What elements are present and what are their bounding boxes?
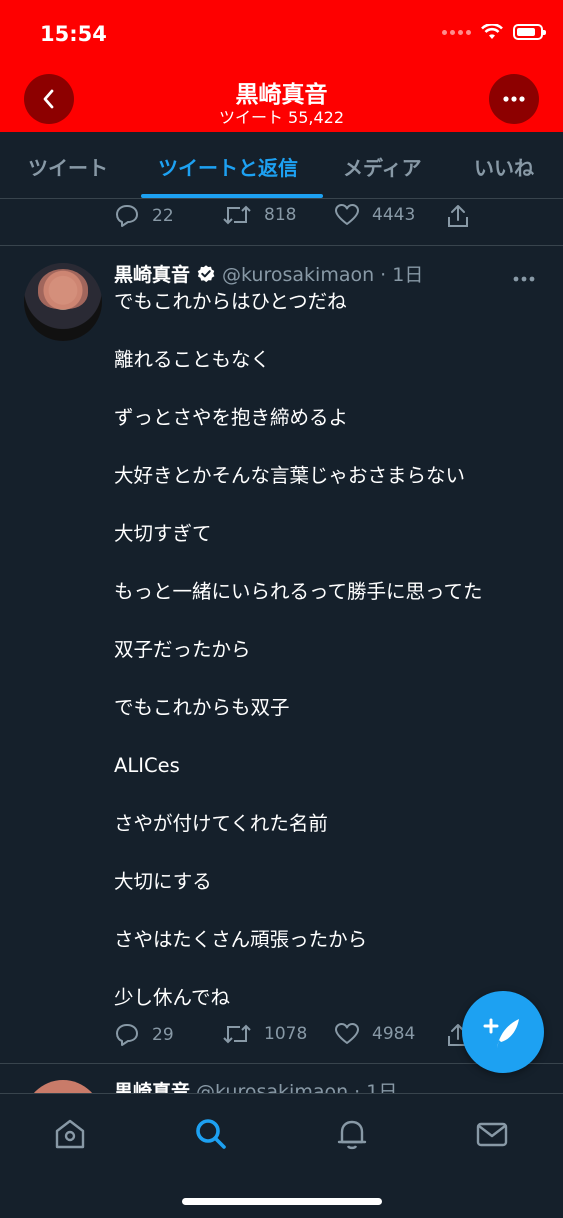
tweet-handle-time: @kurosakimaon · 1日 [222, 264, 424, 286]
active-tab-indicator [141, 194, 323, 198]
tweet-line: さやはたくさん頑張ったから [114, 928, 368, 951]
battery-icon [513, 24, 546, 40]
tweet-line: でもこれからも双子 [114, 696, 290, 719]
tweet-line: 大切すぎて [114, 522, 212, 545]
verified-badge-icon [197, 264, 215, 282]
tweet-header: 黒崎真音 @kurosakimaon · 1日 [114, 260, 423, 287]
nav-search[interactable] [191, 1114, 231, 1154]
heart-icon [335, 204, 359, 225]
retweet-button[interactable]: 1078 [222, 1022, 307, 1046]
reply-icon [116, 205, 138, 227]
profile-header: 15:54 黒崎真音 ツイート 55,422 [0, 0, 563, 132]
share-icon [448, 205, 468, 227]
tweet-line: 双子だったから [114, 638, 251, 661]
notifications-icon [337, 1120, 367, 1150]
share-button[interactable] [446, 203, 470, 229]
status-time: 15:54 [40, 22, 107, 46]
reply-icon [116, 1024, 138, 1046]
reply-count: 29 [152, 1025, 174, 1045]
tab-tweets-and-replies[interactable]: ツイートと返信 [158, 152, 298, 181]
reply-count: 22 [152, 206, 174, 226]
wifi-icon [481, 24, 503, 39]
reply-button[interactable]: 29 [114, 1022, 174, 1048]
nav-messages[interactable] [472, 1114, 512, 1154]
more-horizontal-icon [503, 96, 525, 102]
like-button[interactable]: 4984 [334, 1022, 415, 1046]
tweet-author-name[interactable]: 黒崎真音 [114, 260, 190, 287]
nav-notifications[interactable] [332, 1114, 372, 1154]
profile-tabs: ツイート ツイートと返信 メディア いいね [0, 132, 563, 199]
tweet-line: 大切にする [114, 870, 212, 893]
tweet-line: もっと一緒にいられるって勝手に思ってた [114, 580, 483, 603]
tweet-line: さやが付けてくれた名前 [114, 812, 328, 835]
tweet-text: でもこれからはひとつだね 離れることもなく ずっとさやを抱き締めるよ 大好きとか… [114, 288, 534, 1042]
tweet-line: ALICes [114, 754, 180, 777]
messages-icon [476, 1122, 508, 1147]
tweet-divider [0, 245, 563, 246]
retweet-button[interactable]: 818 [222, 203, 296, 227]
retweet-icon [223, 1024, 251, 1044]
prev-tweet-actions: 22 818 4443 [114, 203, 474, 233]
tweet-line: ずっとさやを抱き締めるよ [114, 406, 349, 429]
home-icon [55, 1119, 85, 1149]
retweet-count: 818 [264, 205, 297, 225]
avatar[interactable] [24, 263, 102, 341]
nav-home[interactable] [50, 1114, 90, 1154]
heart-icon [335, 1023, 359, 1044]
retweet-icon [223, 205, 251, 225]
signal-icon [442, 29, 471, 35]
tab-media[interactable]: メディア [343, 152, 422, 181]
reply-button[interactable]: 22 [114, 203, 174, 229]
tweet-actions: 29 1078 4984 [114, 1022, 474, 1052]
like-count: 4443 [372, 205, 416, 225]
tab-likes[interactable]: いいね [474, 152, 534, 181]
tweet-line: 大好きとかそんな言葉じゃおさまらない [114, 464, 466, 487]
more-options-button[interactable] [489, 74, 539, 124]
like-count: 4984 [372, 1024, 416, 1044]
like-button[interactable]: 4443 [334, 203, 415, 227]
status-icons [442, 24, 546, 40]
search-icon [196, 1119, 226, 1149]
retweet-count: 1078 [264, 1024, 308, 1044]
more-horizontal-icon [513, 276, 535, 282]
tab-tweets[interactable]: ツイート [28, 152, 108, 181]
compose-tweet-button[interactable] [462, 991, 544, 1073]
home-indicator[interactable] [182, 1198, 382, 1205]
compose-tweet-icon [483, 1018, 519, 1048]
tweet-more-button[interactable] [513, 263, 535, 287]
tweet-count: ツイート 55,422 [218, 108, 345, 127]
tweet-line: 離れることもなく [114, 348, 271, 371]
tweet-line: でもこれからはひとつだね [114, 290, 347, 313]
